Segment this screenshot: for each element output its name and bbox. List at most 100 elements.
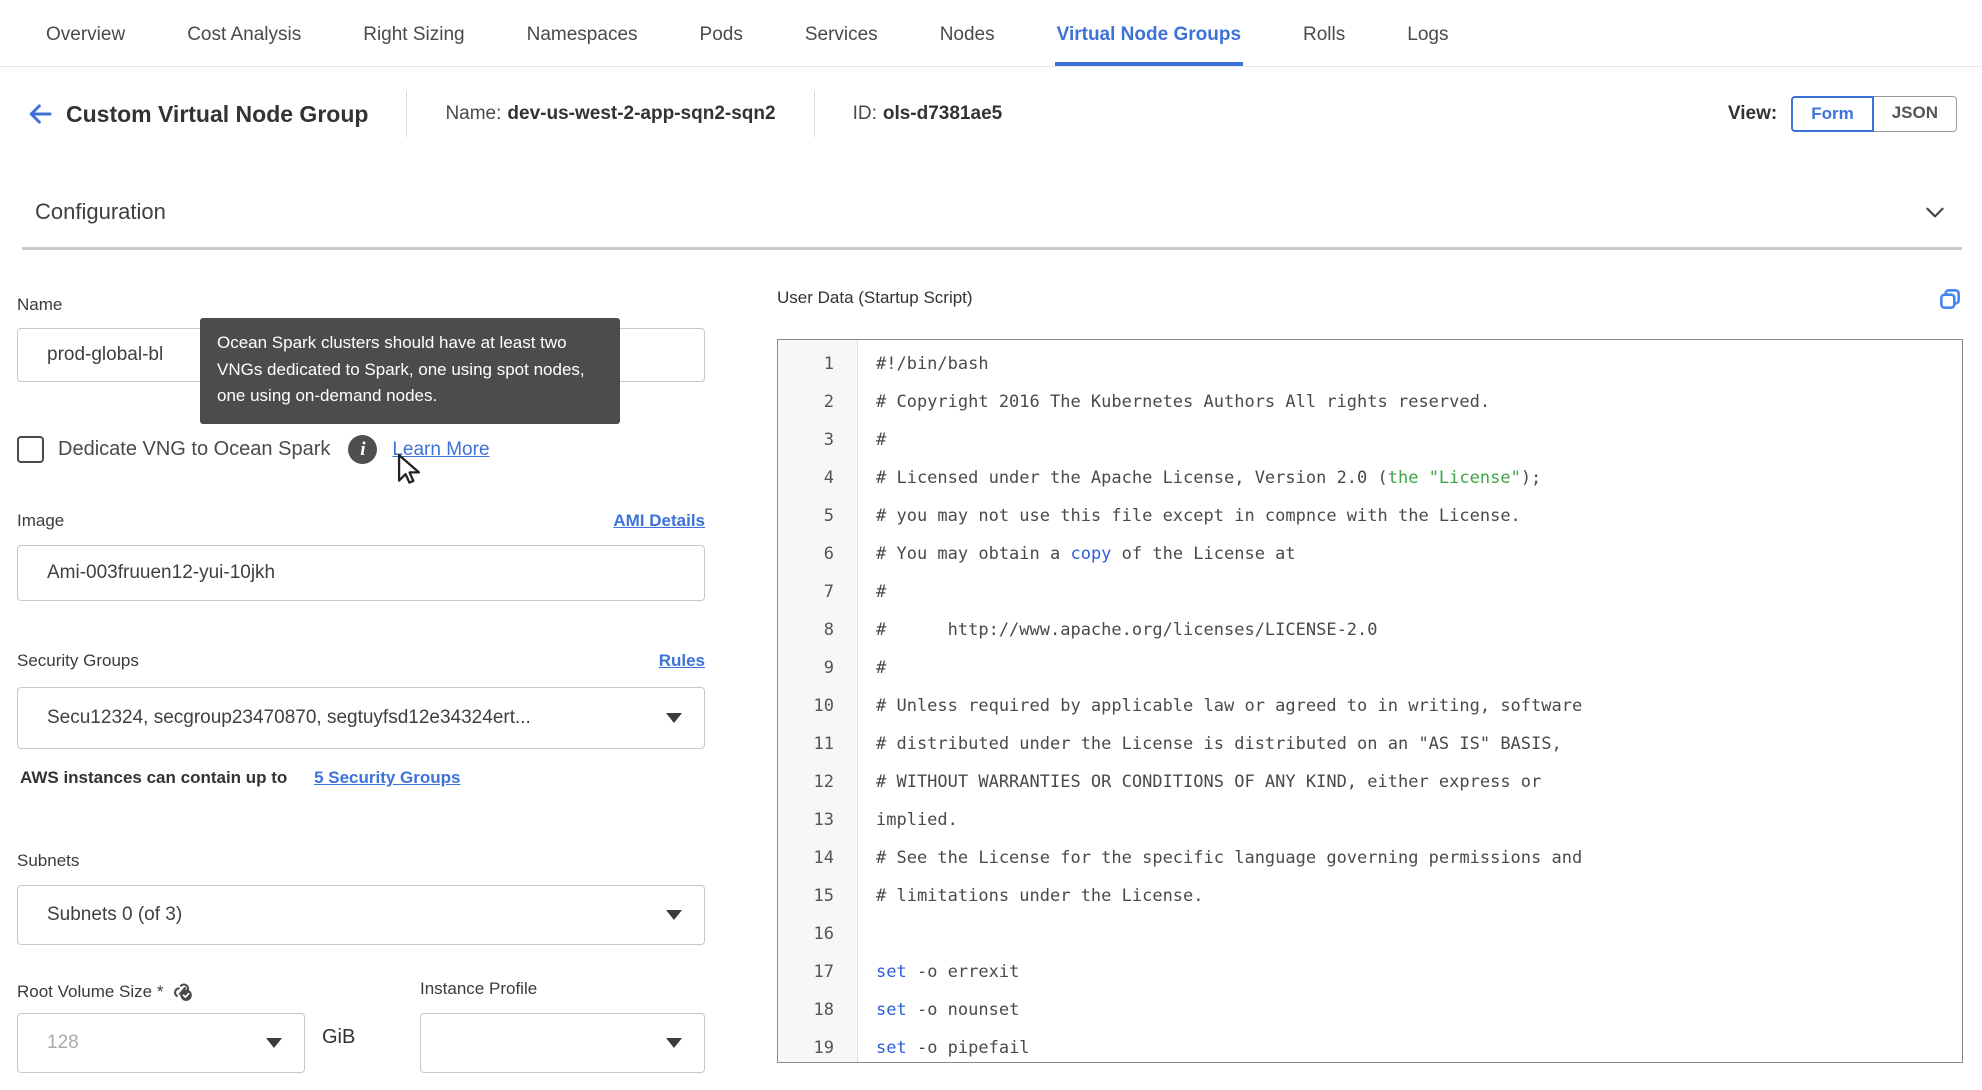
line-number: 1: [823, 354, 834, 374]
tab-logs[interactable]: Logs: [1405, 24, 1450, 66]
user-data-header: User Data (Startup Script): [777, 288, 1963, 317]
code-line: # Unless required by applicable law or a…: [876, 696, 1583, 716]
gib-unit-label: GiB: [322, 1026, 356, 1048]
name-label: Name: [17, 295, 63, 314]
line-number: 4: [823, 468, 834, 488]
code-row: 4 # Licensed under the Apache License, Ve…: [778, 459, 1962, 497]
code-line: #!/bin/bash: [876, 354, 989, 374]
helper-text: AWS instances can contain up to: [20, 768, 288, 787]
code-line: #: [876, 582, 887, 602]
collapse-section-button[interactable]: [1922, 199, 1948, 225]
instance-profile-dropdown[interactable]: [420, 1013, 705, 1073]
page-title: Custom Virtual Node Group: [66, 100, 369, 127]
code-line: # limitations under the License.: [876, 886, 1204, 906]
code-row: 3 #: [778, 421, 1962, 459]
tab-cost-analysis[interactable]: Cost Analysis: [185, 24, 303, 66]
view-json-button[interactable]: JSON: [1873, 96, 1957, 132]
code-line: set -o errexit: [876, 962, 1020, 982]
security-groups-value: Secu12324, secgroup23470870, segtuyfsd12…: [47, 707, 531, 728]
copy-icon: [1940, 289, 1960, 309]
code-line: implied.: [876, 810, 958, 830]
root-volume-label-row: Root Volume Size *: [17, 979, 196, 1004]
ami-details-link[interactable]: AMI Details: [613, 511, 705, 531]
tab-namespaces[interactable]: Namespaces: [525, 24, 640, 66]
tab-right-sizing[interactable]: Right Sizing: [361, 24, 466, 66]
code-line: set -o nounset: [876, 1000, 1020, 1020]
line-number: 6: [823, 544, 834, 564]
image-input[interactable]: [17, 545, 705, 601]
tab-services[interactable]: Services: [803, 24, 880, 66]
code-line: # You may obtain a copy of the License a…: [876, 544, 1296, 564]
line-number: 9: [823, 658, 834, 678]
image-label-row: Image AMI Details: [17, 511, 705, 531]
tab-overview[interactable]: Overview: [44, 24, 127, 66]
vng-id-prefix: ID:: [852, 103, 877, 124]
security-groups-label: Security Groups: [17, 651, 139, 670]
tab-bar: Overview Cost Analysis Right Sizing Namespa…: [0, 0, 1982, 67]
page: Overview Cost Analysis Right Sizing Namespa…: [0, 0, 1982, 1090]
view-form-button[interactable]: Form: [1791, 96, 1874, 132]
line-number: 11: [813, 734, 834, 754]
root-volume-label: Root Volume Size *: [17, 981, 164, 1001]
line-number: 5: [823, 506, 834, 526]
image-label: Image: [17, 511, 65, 530]
root-volume-size-placeholder: 128: [47, 1032, 79, 1053]
divider: [813, 91, 815, 137]
link-check-icon: [174, 983, 193, 1001]
rules-link[interactable]: Rules: [659, 651, 705, 671]
vng-name-value: dev-us-west-2-app-sqn2-sqn2: [507, 103, 776, 124]
five-security-groups-link[interactable]: 5 Security Groups: [314, 768, 460, 787]
copy-button[interactable]: [1937, 286, 1963, 317]
subnets-dropdown[interactable]: Subnets 0 (of 3): [17, 885, 705, 945]
configuration-section-header: Configuration: [22, 186, 1962, 250]
security-groups-label-row: Security Groups Rules: [17, 651, 705, 671]
caret-down-icon: [666, 713, 682, 723]
configuration-title: Configuration: [35, 198, 166, 224]
ocean-spark-tooltip: Ocean Spark clusters should have at leas…: [200, 318, 620, 425]
line-number: 18: [813, 1000, 834, 1020]
view-toggle: Form JSON: [1791, 96, 1957, 132]
back-button[interactable]: [22, 96, 58, 132]
tab-rolls[interactable]: Rolls: [1301, 24, 1347, 66]
code-line: set -o pipefail: [876, 1038, 1030, 1058]
code-row: 13 implied.: [778, 801, 1962, 839]
vng-id-value: ols-d7381ae5: [882, 103, 1003, 124]
line-number: 3: [823, 430, 834, 450]
code-editor[interactable]: 1 #!/bin/bash 2 # Copyright 2016 The Kubern…: [777, 339, 1963, 1063]
subnets-label: Subnets: [17, 851, 80, 870]
caret-down-icon: [266, 1038, 282, 1048]
code-row: 7 #: [778, 573, 1962, 611]
dedicate-vng-checkbox[interactable]: [17, 436, 44, 463]
code-row: 2 # Copyright 2016 The Kubernetes Authors…: [778, 383, 1962, 421]
line-number: 14: [813, 848, 834, 868]
code-row: 11 # distributed under the License is dis…: [778, 725, 1962, 763]
code-line: # Licensed under the Apache License, Ver…: [876, 468, 1542, 488]
mouse-cursor: [397, 453, 421, 484]
security-groups-dropdown[interactable]: Secu12324, secgroup23470870, segtuyfsd12…: [17, 687, 705, 749]
vng-name-prefix: Name:: [445, 103, 502, 124]
code-line: # distributed under the License is distr…: [876, 734, 1562, 754]
security-groups-helper: AWS instances can contain up to 5 Securi…: [20, 768, 461, 788]
line-number: 13: [813, 810, 834, 830]
instance-profile-label: Instance Profile: [420, 979, 538, 998]
line-number: 12: [813, 772, 834, 792]
line-number: 7: [823, 582, 834, 602]
code-line: # you may not use this file except in co…: [876, 506, 1521, 526]
code-row: 19 set -o pipefail: [778, 1029, 1962, 1062]
code-row: 16: [778, 915, 1962, 953]
line-number: 19: [813, 1038, 834, 1058]
code-line: # http://www.apache.org/licenses/LICENSE…: [876, 620, 1378, 640]
line-number: 16: [813, 924, 834, 944]
code-row: 8 # http://www.apache.org/licenses/LICENS…: [778, 611, 1962, 649]
tab-nodes[interactable]: Nodes: [938, 24, 997, 66]
view-label: View:: [1727, 103, 1778, 124]
tab-pods[interactable]: Pods: [698, 24, 745, 66]
root-volume-size-dropdown[interactable]: 128: [17, 1013, 305, 1073]
line-number: 15: [813, 886, 834, 906]
code-line: # Copyright 2016 The Kubernetes Authors …: [876, 392, 1491, 412]
tab-virtual-node-groups[interactable]: Virtual Node Groups: [1054, 24, 1244, 66]
line-number: 2: [823, 392, 834, 412]
page-header: Custom Virtual Node Group Name: dev-us-we…: [0, 68, 1982, 160]
code-lines: 1 #!/bin/bash 2 # Copyright 2016 The Kubern…: [778, 340, 1962, 1062]
info-icon[interactable]: i: [348, 435, 378, 464]
